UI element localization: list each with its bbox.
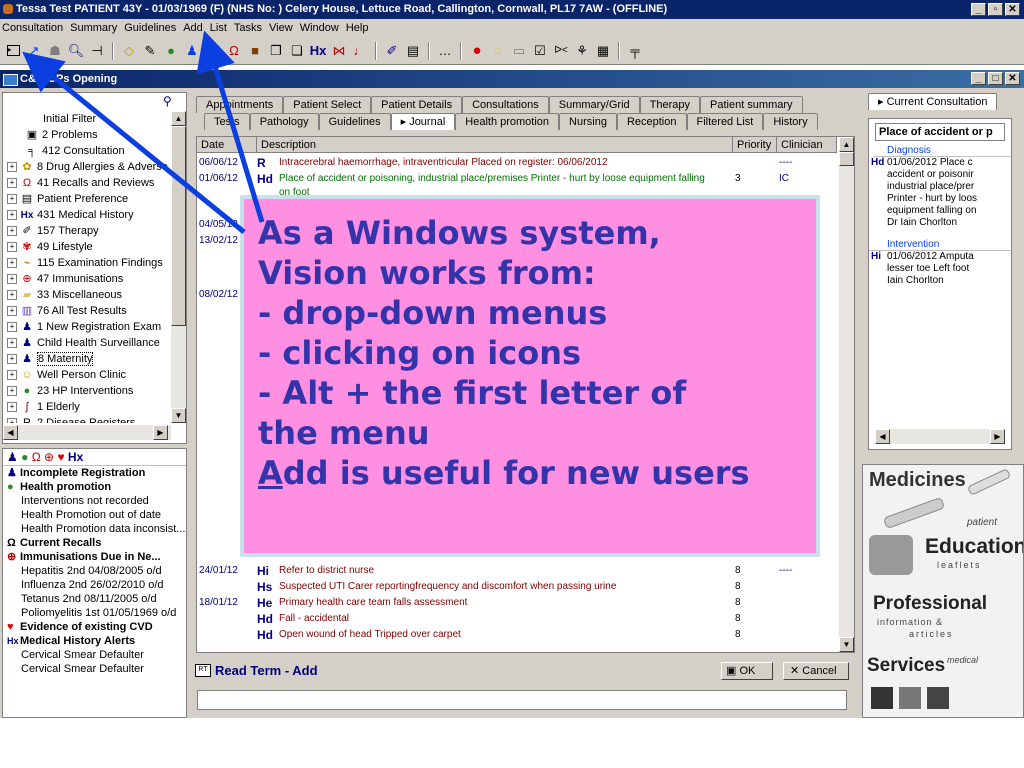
arrow-to-add-menu [196,30,265,223]
arrow-to-toolbar [22,51,246,234]
arrows-overlay [22,30,265,234]
